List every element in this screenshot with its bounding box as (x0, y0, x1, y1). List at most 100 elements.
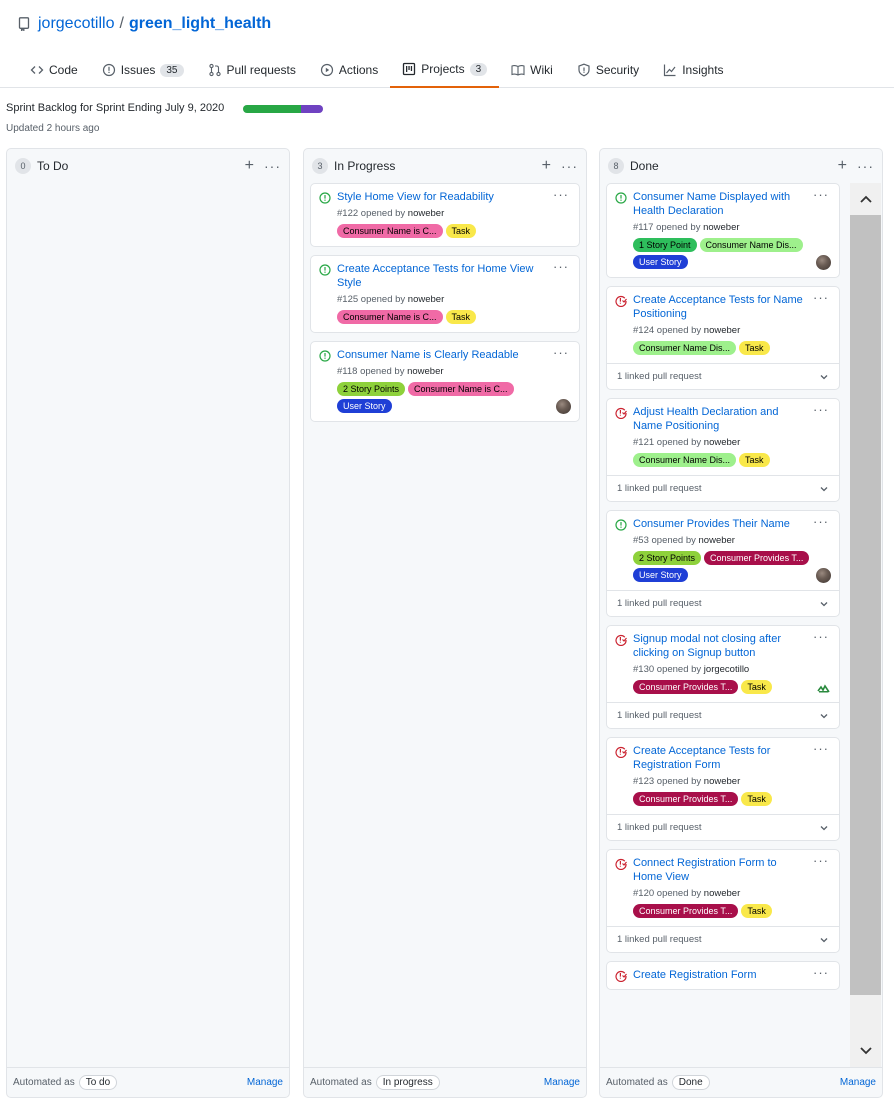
tab-issues[interactable]: Issues 35 (90, 52, 196, 88)
issue-card[interactable]: Create Acceptance Tests for Home View St… (310, 255, 580, 333)
card-menu-button[interactable]: ··· (813, 290, 829, 305)
card-menu-button[interactable]: ··· (553, 259, 569, 274)
chevron-down-icon[interactable] (819, 823, 829, 833)
issue-title-link[interactable]: Consumer Name is Clearly Readable (337, 348, 569, 362)
linked-pull-request-row[interactable]: 1 linked pull request (607, 702, 839, 728)
repo-owner-link[interactable]: jorgecotillo (38, 15, 114, 33)
chevron-down-icon[interactable] (819, 372, 829, 382)
issue-label[interactable]: User Story (337, 399, 392, 413)
issue-title-link[interactable]: Connect Registration Form to Home View (633, 856, 829, 884)
issue-label[interactable]: Consumer Name is C... (337, 224, 443, 238)
card-menu-button[interactable]: ··· (813, 402, 829, 417)
add-card-button[interactable]: + (542, 158, 551, 174)
issue-card[interactable]: Create Acceptance Tests for Name Positio… (606, 286, 840, 390)
issue-label[interactable]: Consumer Name is C... (408, 382, 514, 396)
issue-label[interactable]: Task (445, 224, 477, 238)
issue-label[interactable]: Task (741, 792, 772, 806)
assignee-avatar[interactable] (816, 680, 831, 695)
issue-card[interactable]: Connect Registration Form to Home View ··… (606, 849, 840, 953)
chevron-down-icon[interactable] (819, 935, 829, 945)
project-updated-time: Updated 2 hours ago (6, 123, 100, 134)
linked-pull-request-row[interactable]: 1 linked pull request (607, 363, 839, 389)
issue-label[interactable]: 1 Story Point (633, 238, 697, 252)
issue-label[interactable]: Consumer Name is C... (337, 310, 443, 324)
chevron-down-icon[interactable] (819, 711, 829, 721)
issue-label[interactable]: 2 Story Points (337, 382, 406, 396)
linked-pull-request-row[interactable]: 1 linked pull request (607, 475, 839, 501)
linked-pull-request-row[interactable]: 1 linked pull request (607, 926, 839, 952)
issue-label[interactable]: Consumer Provides T... (633, 792, 739, 806)
issue-label[interactable]: User Story (633, 568, 688, 582)
issue-title-link[interactable]: Consumer Name Displayed with Health Decl… (633, 190, 829, 218)
issue-title-link[interactable]: Signup modal not closing after clicking … (633, 632, 829, 660)
issue-label[interactable]: Consumer Name Dis... (699, 238, 803, 252)
issue-label[interactable]: User Story (633, 255, 688, 269)
card-menu-button[interactable]: ··· (813, 629, 829, 644)
issue-label[interactable]: Task (741, 680, 772, 694)
issue-label[interactable]: Consumer Provides T... (633, 904, 739, 918)
issue-card[interactable]: Create Acceptance Tests for Registration… (606, 737, 840, 841)
issue-label[interactable]: Consumer Provides T... (704, 551, 810, 565)
add-card-button[interactable]: + (838, 158, 847, 174)
issue-title-link[interactable]: Create Acceptance Tests for Home View St… (337, 262, 569, 290)
card-menu-button[interactable]: ··· (813, 187, 829, 202)
tab-projects[interactable]: Projects 3 (390, 52, 500, 88)
tab-pull-requests[interactable]: Pull requests (196, 52, 308, 88)
issue-label[interactable]: Task (741, 904, 772, 918)
assignee-avatar[interactable] (556, 399, 571, 414)
issue-meta: #53 opened by noweber (633, 535, 829, 546)
issue-label[interactable]: Task (739, 341, 770, 355)
card-menu-button[interactable]: ··· (813, 741, 829, 756)
issue-card[interactable]: Consumer Name Displayed with Health Decl… (606, 183, 840, 278)
tab-code[interactable]: Code (18, 52, 90, 88)
manage-automation-link[interactable]: Manage (840, 1077, 876, 1088)
tab-security[interactable]: Security (565, 52, 651, 88)
chevron-down-icon[interactable] (819, 484, 829, 494)
issue-title-link[interactable]: Create Acceptance Tests for Name Positio… (633, 293, 829, 321)
card-menu-button[interactable]: ··· (813, 965, 829, 980)
issue-label[interactable]: Task (445, 310, 477, 324)
issue-label[interactable]: Consumer Provides T... (633, 680, 739, 694)
scrollbar-thumb[interactable] (850, 215, 881, 995)
issue-title-link[interactable]: Adjust Health Declaration and Name Posit… (633, 405, 829, 433)
issue-card[interactable]: Consumer Provides Their Name ··· #53 opene… (606, 510, 840, 617)
issue-title-link[interactable]: Create Registration Form (633, 968, 829, 982)
scroll-down-arrow-icon[interactable] (850, 1037, 881, 1065)
issue-label[interactable]: Consumer Name Dis... (633, 341, 737, 355)
card-menu-button[interactable]: ··· (813, 853, 829, 868)
add-card-button[interactable]: + (245, 158, 254, 174)
issue-title-link[interactable]: Create Acceptance Tests for Registration… (633, 744, 829, 772)
issue-card[interactable]: Signup modal not closing after clicking … (606, 625, 840, 729)
column-menu-button[interactable]: ··· (561, 158, 578, 174)
manage-automation-link[interactable]: Manage (544, 1077, 580, 1088)
issue-label[interactable]: 2 Story Points (633, 551, 702, 565)
linked-pull-request-row[interactable]: 1 linked pull request (607, 814, 839, 840)
column-menu-button[interactable]: ··· (264, 158, 281, 174)
scroll-up-arrow-icon[interactable] (850, 185, 881, 213)
column-menu-button[interactable]: ··· (857, 158, 874, 174)
chevron-down-icon[interactable] (819, 599, 829, 609)
tab-wiki[interactable]: Wiki (499, 52, 565, 88)
issue-title-link[interactable]: Consumer Provides Their Name (633, 517, 829, 531)
issue-icon (102, 63, 116, 77)
card-menu-button[interactable]: ··· (813, 514, 829, 529)
tab-insights[interactable]: Insights (651, 52, 735, 88)
opened-by-label: opened by (360, 366, 405, 377)
card-menu-button[interactable]: ··· (553, 345, 569, 360)
tab-actions[interactable]: Actions (308, 52, 390, 88)
issue-label[interactable]: Task (739, 453, 770, 467)
assignee-avatar[interactable] (816, 568, 831, 583)
issue-label[interactable]: Consumer Name Dis... (633, 453, 737, 467)
assignee-avatar[interactable] (816, 255, 831, 270)
issue-card[interactable]: Create Registration Form ··· (606, 961, 840, 990)
issue-title-link[interactable]: Style Home View for Readability (337, 190, 569, 204)
manage-automation-link[interactable]: Manage (247, 1077, 283, 1088)
linked-pull-request-row[interactable]: 1 linked pull request (607, 590, 839, 616)
repo-name-link[interactable]: green_light_health (129, 15, 271, 33)
issue-card[interactable]: Style Home View for Readability ··· #122 o… (310, 183, 580, 247)
issue-card[interactable]: Adjust Health Declaration and Name Posit… (606, 398, 840, 502)
issue-card[interactable]: Consumer Name is Clearly Readable ··· #118… (310, 341, 580, 422)
card-body: Signup modal not closing after clicking … (607, 626, 839, 702)
card-menu-button[interactable]: ··· (553, 187, 569, 202)
column-scrollbar[interactable] (850, 183, 881, 1067)
